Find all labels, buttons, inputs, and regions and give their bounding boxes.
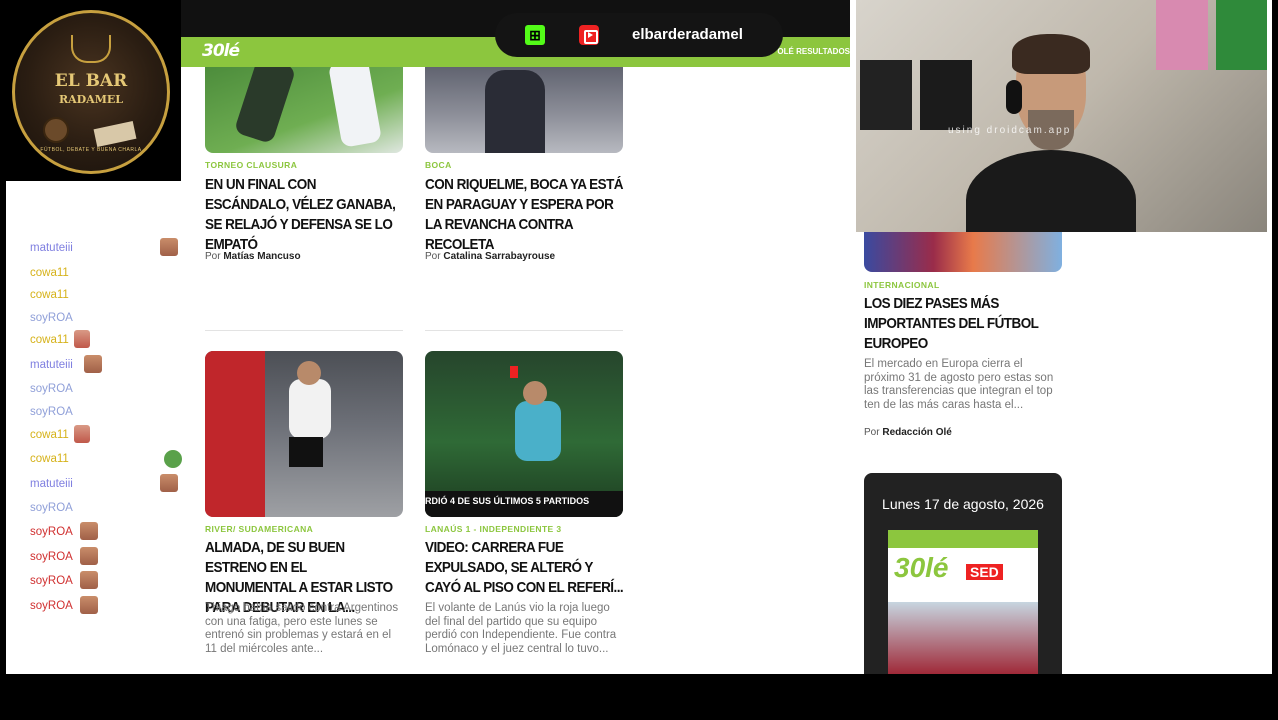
chat-message: cowa11 bbox=[30, 289, 69, 309]
chat-username[interactable]: cowa11 bbox=[30, 267, 69, 279]
chat-message: soyROA bbox=[30, 383, 73, 403]
chat-message: soyROA bbox=[30, 547, 98, 571]
webcam-feed: using droidcam.app bbox=[856, 0, 1267, 232]
football-icon bbox=[43, 117, 69, 143]
chat-message: soyROA bbox=[30, 571, 98, 595]
section-divider bbox=[205, 330, 403, 331]
cover-image[interactable]: 30lé SED bbox=[888, 530, 1038, 674]
side-article-thumb[interactable] bbox=[864, 230, 1062, 272]
jersey-decor bbox=[1156, 0, 1208, 70]
face-emote-icon bbox=[80, 571, 98, 589]
jersey-decor bbox=[860, 60, 912, 130]
thumb-caption: RDIÓ 4 DE SUS ÚLTIMOS 5 PARTIDOS bbox=[425, 496, 590, 506]
chat-username[interactable]: cowa11 bbox=[30, 429, 69, 441]
logo-badge: EL BAR RADAMEL FÚTBOL, DEBATE Y BUENA CH… bbox=[12, 10, 170, 174]
chat-message: soyROA bbox=[30, 312, 73, 332]
jersey-decor bbox=[1216, 0, 1267, 70]
article-thumb-almada[interactable] bbox=[205, 351, 403, 517]
chat-message: matuteiii bbox=[30, 238, 178, 262]
face-emote-icon bbox=[160, 474, 178, 492]
chat-username[interactable]: soyROA bbox=[30, 312, 73, 324]
chat-message: cowa11 bbox=[30, 450, 182, 473]
side-article-category: INTERNACIONAL bbox=[864, 280, 940, 290]
article-category: TORNEO CLAUSURA bbox=[205, 160, 298, 170]
side-article-author[interactable]: Redacción Olé bbox=[882, 427, 951, 438]
article-title[interactable]: VIDEO: CARRERA FUE EXPULSADO, SE ALTERÓ … bbox=[425, 538, 625, 598]
article-author[interactable]: Catalina Sarrabayrouse bbox=[443, 251, 555, 262]
face-emote-icon bbox=[160, 238, 178, 256]
face-emote-icon bbox=[84, 355, 102, 373]
logo-title: EL BAR bbox=[54, 71, 128, 91]
logo-subtitle: RADAMEL bbox=[58, 93, 124, 106]
cover-headband bbox=[888, 530, 1038, 548]
chat-username[interactable]: soyROA bbox=[30, 526, 73, 538]
chat-username[interactable]: soyROA bbox=[30, 502, 73, 514]
chat-username[interactable]: cowa11 bbox=[30, 289, 69, 301]
article-title[interactable]: EN UN FINAL CON ESCÁNDALO, VÉLEZ GANABA,… bbox=[205, 175, 399, 255]
webcam-watermark: using droidcam.app bbox=[948, 125, 1072, 136]
side-article-title[interactable]: LOS DIEZ PASES MÁS IMPORTANTES DEL FÚTBO… bbox=[864, 294, 1049, 354]
chat-username[interactable]: soyROA bbox=[30, 600, 73, 612]
chat-message: soyROA bbox=[30, 596, 98, 620]
chat-username[interactable]: soyROA bbox=[30, 383, 73, 395]
face-emote-icon bbox=[80, 596, 98, 614]
article-thumb-boca[interactable] bbox=[425, 60, 623, 153]
chat-message: matuteiii bbox=[30, 355, 102, 379]
face-emote-icon bbox=[80, 522, 98, 540]
chat-username[interactable]: matuteiii bbox=[30, 359, 73, 371]
article-thumb-carrera[interactable]: RDIÓ 4 DE SUS ÚLTIMOS 5 PARTIDOS bbox=[425, 351, 623, 517]
chat-message: cowa11 bbox=[30, 267, 69, 287]
headphones-icon bbox=[1006, 80, 1022, 114]
channel-logo: EL BAR RADAMEL FÚTBOL, DEBATE Y BUENA CH… bbox=[0, 0, 181, 181]
chat-username[interactable]: cowa11 bbox=[30, 334, 69, 346]
article-byline: Por Catalina Sarrabayrouse bbox=[425, 251, 556, 262]
face-emote-icon bbox=[80, 547, 98, 565]
article-title[interactable]: CON RIQUELME, BOCA YA ESTÁ EN PARAGUAY Y… bbox=[425, 175, 625, 255]
chat-username[interactable]: matuteiii bbox=[30, 478, 73, 490]
hand-emote-icon bbox=[74, 330, 90, 348]
newspaper-icon bbox=[93, 121, 137, 147]
article-excerpt: El volante de Lanús vio la roja luego de… bbox=[425, 602, 617, 655]
chat-message: cowa11 bbox=[30, 425, 90, 449]
frog-emote-icon bbox=[164, 450, 182, 468]
chat-message: soyROA bbox=[30, 502, 73, 522]
article-author[interactable]: Matías Mancuso bbox=[223, 251, 300, 262]
coffee-cup-icon bbox=[71, 35, 111, 63]
channel-name: elbarderadamel bbox=[632, 26, 743, 43]
article-category: BOCA bbox=[425, 160, 452, 170]
article-category: RIVER/ SUDAMERICANA bbox=[205, 524, 314, 534]
article-category: LANAÚS 1 - INDEPENDIENTE 3 bbox=[425, 524, 562, 534]
cover-headline-tag: SED bbox=[966, 564, 1003, 580]
chat-message: soyROA bbox=[30, 406, 73, 426]
hand-emote-icon bbox=[74, 425, 90, 443]
newspaper-cover-widget[interactable]: Lunes 17 de agosto, 2026 30lé SED bbox=[864, 473, 1062, 674]
kick-icon: ⊞ bbox=[525, 25, 545, 45]
cover-date: Lunes 17 de agosto, 2026 bbox=[882, 496, 1044, 512]
cover-photo bbox=[888, 602, 1038, 674]
chat-message: soyROA bbox=[30, 522, 98, 546]
cover-logo: 30lé bbox=[894, 552, 949, 583]
chat-username[interactable]: soyROA bbox=[30, 551, 73, 563]
youtube-icon bbox=[579, 25, 599, 45]
stream-frame: TORNEO CLAUSURA EN UN FINAL CON ESCÁNDAL… bbox=[0, 0, 1278, 720]
article-excerpt: Thiago había salido contra Argentinos co… bbox=[205, 602, 399, 655]
channel-overlay: ⊞ elbarderadamel bbox=[495, 13, 783, 57]
article-byline: Por Matías Mancuso bbox=[205, 251, 301, 262]
chat-username[interactable]: soyROA bbox=[30, 575, 73, 587]
streamer bbox=[966, 34, 1136, 232]
chat-message: matuteiii bbox=[30, 474, 178, 498]
chat-message: cowa11 bbox=[30, 330, 90, 354]
chat-username[interactable]: cowa11 bbox=[30, 453, 69, 465]
chat-username[interactable]: soyROA bbox=[30, 406, 73, 418]
logo-tagline: FÚTBOL, DEBATE Y BUENA CHARLA bbox=[40, 147, 142, 153]
section-divider bbox=[425, 330, 623, 331]
side-article-excerpt: El mercado en Europa cierra el próximo 3… bbox=[864, 358, 1054, 411]
side-article-byline: Por Redacción Olé bbox=[864, 427, 952, 438]
ole-logo[interactable]: 30lé bbox=[202, 41, 240, 61]
jersey-decor bbox=[920, 60, 972, 130]
chat-username[interactable]: matuteiii bbox=[30, 242, 73, 254]
article-thumb-velez[interactable] bbox=[205, 60, 403, 153]
